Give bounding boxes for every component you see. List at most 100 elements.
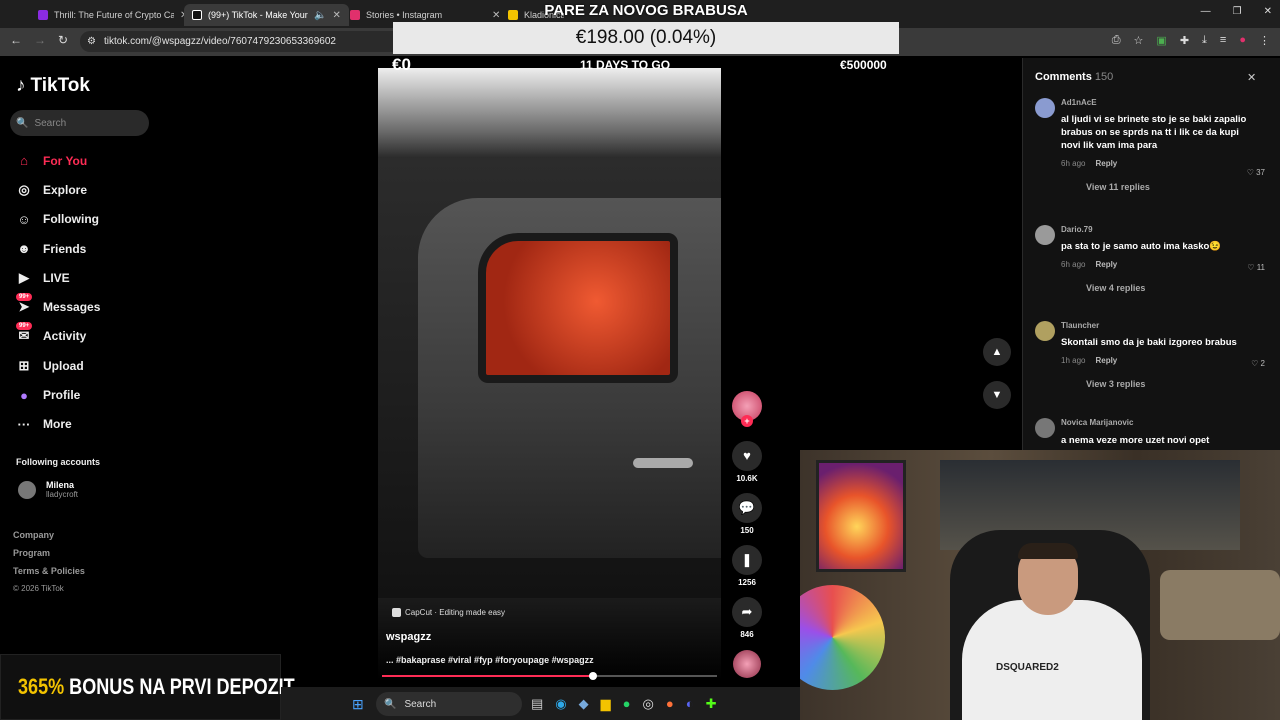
following-account-milena[interactable]: Milena lladycroft	[18, 480, 78, 499]
capcut-tag[interactable]: CapCut · Editing made easy	[392, 608, 505, 617]
reply-button[interactable]: Reply	[1095, 260, 1117, 269]
chevron-up-icon: ▲	[991, 346, 1003, 358]
sidebar-item-following[interactable]: ☺ Following	[16, 205, 100, 234]
sidebar-item-upload[interactable]: ⊞ Upload	[16, 351, 100, 380]
whatsapp-icon[interactable]: ●	[623, 696, 631, 712]
view-replies-button[interactable]: View 4 replies	[1086, 283, 1261, 293]
download-icon[interactable]: ⤓	[1202, 34, 1207, 47]
profile-avatar-icon[interactable]: ●	[1239, 34, 1246, 47]
heart-icon: ♥	[732, 441, 762, 471]
sidebar-item-profile[interactable]: ● Profile	[16, 380, 100, 409]
task-view-icon[interactable]: ▤	[531, 696, 543, 712]
comment-user[interactable]: Ad1nAcE	[1061, 98, 1261, 107]
follow-plus-icon[interactable]: +	[741, 415, 753, 427]
reply-button[interactable]: Reply	[1095, 356, 1117, 365]
install-app-icon[interactable]: ⎙	[1112, 34, 1121, 47]
following-accounts-title: Following accounts	[16, 457, 101, 467]
tiktok-logo[interactable]: ♪ TikTok	[16, 75, 90, 97]
sidebar-item-explore[interactable]: ◎ Explore	[16, 175, 100, 204]
bookmark-star-icon[interactable]: ☆	[1134, 34, 1144, 47]
share-button[interactable]: ➦ 846	[727, 597, 767, 639]
close-window-icon[interactable]: ✕	[1264, 6, 1272, 17]
avatar[interactable]	[1035, 321, 1055, 341]
overlay-goal-value: €500000	[840, 58, 887, 72]
overlay-goal-amount: €198.00 (0.04%)	[393, 22, 899, 54]
chevron-down-icon: ▼	[991, 389, 1003, 401]
live-icon: ▶	[19, 269, 29, 285]
footer-link-company[interactable]: Company	[13, 530, 85, 548]
comment-user[interactable]: Dario.79	[1061, 225, 1261, 234]
back-icon[interactable]: ←	[10, 33, 22, 47]
home-icon: ⌂	[20, 153, 28, 169]
sidebar-item-friends[interactable]: ☻ Friends	[16, 234, 100, 263]
windows-start-icon[interactable]: ⊞	[352, 696, 364, 713]
progress-knob[interactable]	[589, 672, 598, 680]
browser-tab-thrill[interactable]: Thrill: The Future of Crypto Casino ✕	[30, 4, 196, 26]
copilot-icon[interactable]: ◆	[579, 696, 589, 712]
sidebar-item-activity[interactable]: ✉ 99+ Activity	[16, 322, 100, 351]
view-replies-button[interactable]: View 11 replies	[1086, 182, 1261, 192]
view-replies-button[interactable]: View 3 replies	[1086, 379, 1261, 389]
video-author[interactable]: wspagzz	[386, 631, 431, 643]
overlay-title: PARE ZA NOVOG BRABUSA	[544, 2, 748, 19]
puzzle-icon[interactable]: ✚	[1180, 34, 1189, 47]
discord-icon[interactable]: ◐	[686, 696, 694, 712]
webcam-streamer-hair	[1018, 543, 1078, 559]
video-progress-bar[interactable]	[382, 672, 717, 680]
like-button[interactable]: ♥ 10.6K	[727, 441, 767, 483]
comment-user[interactable]: Novica Marijanovic	[1061, 418, 1261, 427]
site-info-icon[interactable]: ⚙	[87, 36, 96, 47]
search-input[interactable]: 🔍 Search	[10, 110, 149, 136]
file-explorer-icon[interactable]: ▆	[601, 696, 611, 712]
avatar[interactable]	[1035, 418, 1055, 438]
sidebar-item-for-you[interactable]: ⌂ For You	[16, 146, 100, 175]
progress-fill	[382, 675, 594, 677]
comment-like[interactable]: ♡ 37	[1247, 168, 1265, 177]
tiktok-favicon-icon	[192, 10, 202, 20]
comment-like[interactable]: ♡ 2	[1251, 359, 1265, 368]
kick-icon[interactable]: ✚	[706, 696, 717, 712]
menu-dots-icon[interactable]: ⋮	[1259, 34, 1270, 47]
avatar[interactable]	[1035, 225, 1055, 245]
restore-icon[interactable]: ❐	[1233, 6, 1242, 17]
comment-user[interactable]: Tlauncher	[1061, 321, 1261, 330]
minimize-icon[interactable]: —	[1201, 6, 1211, 17]
overlay-start-value: €0	[392, 55, 411, 74]
sidebar-item-live[interactable]: ▶ LIVE	[16, 263, 100, 292]
edge-icon[interactable]: ◉	[555, 696, 566, 712]
close-tab-icon[interactable]: ✕	[332, 10, 340, 21]
footer-link-program[interactable]: Program	[13, 548, 85, 566]
playlist-icon[interactable]: ≡	[1220, 34, 1226, 47]
avatar[interactable]	[1035, 98, 1055, 118]
url-text[interactable]: tiktok.com/@wspagzz/video/76074792306533…	[104, 36, 336, 47]
save-button[interactable]: ❚ 1256	[727, 545, 767, 587]
chrome-icon[interactable]: ◎	[643, 696, 654, 712]
previous-video-button[interactable]: ▲	[983, 338, 1011, 366]
sidebar-item-messages[interactable]: ➤ 99+ Messages	[16, 292, 100, 321]
mute-tab-icon[interactable]: 🔈	[314, 10, 326, 21]
taskbar-search[interactable]: 🔍 Search	[376, 692, 522, 716]
tiktok-note-icon: ♪	[16, 75, 26, 96]
music-disc-avatar[interactable]	[733, 650, 761, 678]
next-video-button[interactable]: ▼	[983, 381, 1011, 409]
shirt-logo: DSQUARED2	[996, 662, 1059, 673]
extension-icon[interactable]: ▣	[1156, 34, 1166, 47]
close-comments-icon[interactable]: ✕	[1247, 71, 1256, 84]
browser-tab-tiktok[interactable]: (99+) TikTok - Make Your Day 🔈 ✕	[184, 4, 349, 26]
reload-icon[interactable]: ↻	[58, 33, 68, 47]
video-caption[interactable]: ... #bakaprase #viral #fyp #foryoupage #…	[386, 655, 594, 665]
capcut-icon	[392, 608, 401, 617]
comment-button[interactable]: 💬 150	[727, 493, 767, 535]
forward-icon[interactable]: →	[34, 33, 46, 47]
comment-text: pa sta to je samo auto ima kasko😉	[1061, 241, 1222, 252]
webcam-feed: DSQUARED2	[800, 450, 1280, 720]
sidebar-item-more[interactable]: ··· More	[16, 410, 100, 439]
firefox-icon[interactable]: ●	[666, 696, 674, 712]
sidebar-nav: ⌂ For You ◎ Explore ☺ Following ☻ Friend…	[16, 146, 100, 439]
user-icon: ☺	[17, 211, 31, 227]
reply-button[interactable]: Reply	[1095, 159, 1117, 168]
video-player[interactable]	[378, 68, 721, 680]
footer-link-terms[interactable]: Terms & Policies	[13, 566, 85, 584]
bookmark-icon: ❚	[732, 545, 762, 575]
comment-like[interactable]: ♡ 11	[1247, 263, 1265, 272]
